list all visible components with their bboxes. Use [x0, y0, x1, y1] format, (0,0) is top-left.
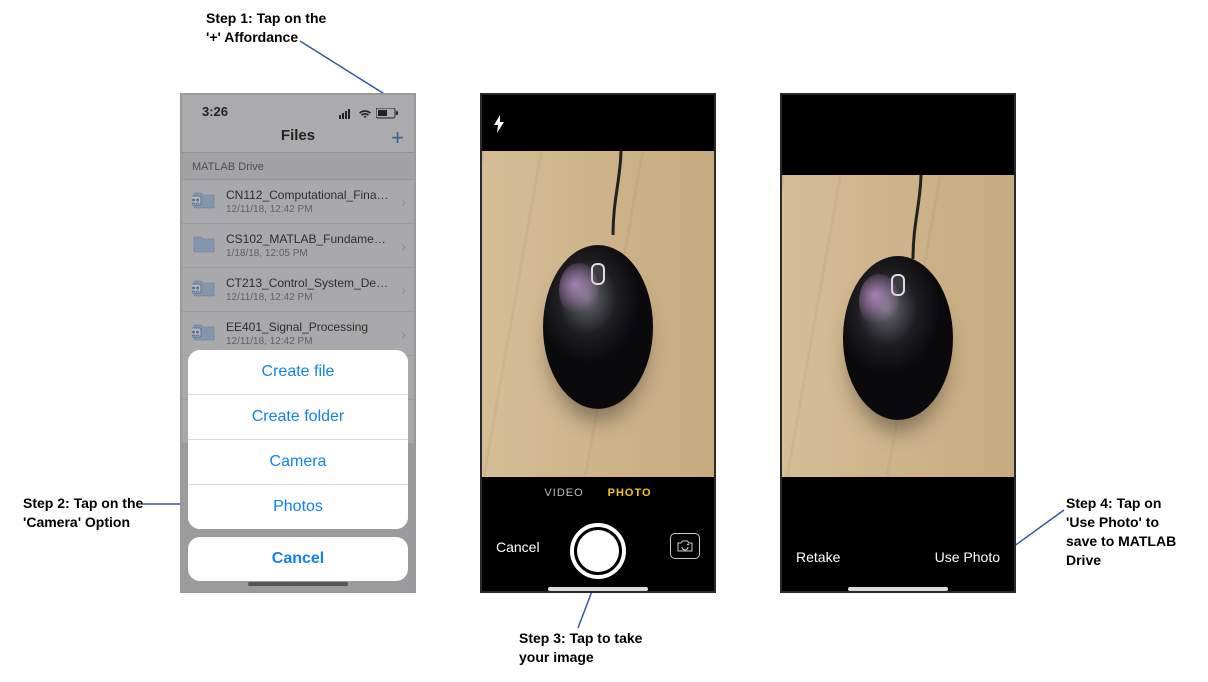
step2-label: Step 2: Tap on the 'Camera' Option	[23, 494, 143, 532]
review-top-bar	[782, 95, 1014, 175]
add-button[interactable]: +	[391, 125, 404, 151]
phone-camera-screen: VIDEO PHOTO Cancel	[480, 93, 716, 593]
action-camera[interactable]: Camera	[188, 440, 408, 485]
action-cancel[interactable]: Cancel	[188, 537, 408, 581]
action-create-folder[interactable]: Create folder	[188, 395, 408, 440]
chevron-right-icon: ›	[401, 194, 406, 210]
mouse-cable	[607, 151, 659, 237]
file-row[interactable]: CN112_Computational_Finance 12/11/18, 12:…	[182, 180, 414, 224]
mouse-cable	[907, 175, 959, 261]
file-name: CT213_Control_System_Design	[226, 276, 391, 290]
status-time: 3:26	[202, 104, 228, 119]
camera-viewport	[482, 151, 714, 477]
folder-icon	[192, 321, 216, 346]
file-date: 12/11/18, 12:42 PM	[226, 204, 391, 215]
step4-label: Step 4: Tap on 'Use Photo' to save to MA…	[1066, 494, 1176, 570]
camera-bottom-bar: VIDEO PHOTO Cancel	[482, 477, 714, 593]
home-indicator	[248, 582, 348, 586]
file-row[interactable]: CT213_Control_System_Design 12/11/18, 12:…	[182, 268, 414, 312]
file-name: CN112_Computational_Finance	[226, 188, 391, 202]
mouse-photo-subject	[543, 245, 653, 409]
cellular-icon	[339, 109, 354, 119]
nav-title: Files	[281, 127, 315, 144]
file-name: EE401_Signal_Processing	[226, 320, 391, 334]
action-photos[interactable]: Photos	[188, 485, 408, 529]
mode-video[interactable]: VIDEO	[544, 487, 583, 499]
file-date: 12/11/18, 12:42 PM	[226, 292, 391, 303]
action-sheet: Create file Create folder Camera Photos …	[188, 350, 408, 581]
file-date: 12/11/18, 12:42 PM	[226, 336, 391, 347]
home-indicator	[548, 587, 648, 591]
folder-icon	[192, 277, 216, 302]
phone-files-screen: 3:26 Files + MATLAB Drive CN112_Computat…	[180, 93, 416, 593]
wifi-icon	[358, 109, 372, 119]
file-name: CS102_MATLAB_Fundamentals	[226, 232, 391, 246]
use-photo-button[interactable]: Use Photo	[935, 549, 1000, 565]
step1-label: Step 1: Tap on the '+' Affordance	[206, 9, 326, 47]
section-header: MATLAB Drive	[182, 153, 414, 180]
chevron-right-icon: ›	[401, 326, 406, 342]
file-date: 1/18/18, 12:05 PM	[226, 248, 391, 259]
folder-icon	[192, 189, 216, 214]
chevron-right-icon: ›	[401, 238, 406, 254]
review-bottom-bar: Retake Use Photo	[782, 477, 1014, 593]
chevron-right-icon: ›	[401, 282, 406, 298]
retake-button[interactable]: Retake	[796, 549, 840, 565]
home-indicator	[848, 587, 948, 591]
file-row[interactable]: CS102_MATLAB_Fundamentals 1/18/18, 12:05 …	[182, 224, 414, 268]
phone-review-screen: Retake Use Photo	[780, 93, 1016, 593]
camera-top-bar	[482, 95, 714, 151]
action-create-file[interactable]: Create file	[188, 350, 408, 395]
camera-cancel-button[interactable]: Cancel	[496, 539, 540, 555]
mode-photo[interactable]: PHOTO	[608, 487, 652, 499]
battery-icon	[376, 108, 398, 119]
flip-camera-button[interactable]	[670, 533, 700, 559]
folder-icon	[192, 233, 216, 258]
nav-bar: Files +	[182, 121, 414, 153]
review-viewport	[782, 175, 1014, 477]
status-indicators	[339, 108, 398, 119]
shutter-button[interactable]	[570, 523, 626, 579]
mouse-photo-subject	[843, 256, 953, 420]
flash-icon[interactable]	[492, 115, 506, 138]
step3-label: Step 3: Tap to take your image	[519, 629, 642, 667]
status-bar: 3:26	[182, 95, 414, 121]
